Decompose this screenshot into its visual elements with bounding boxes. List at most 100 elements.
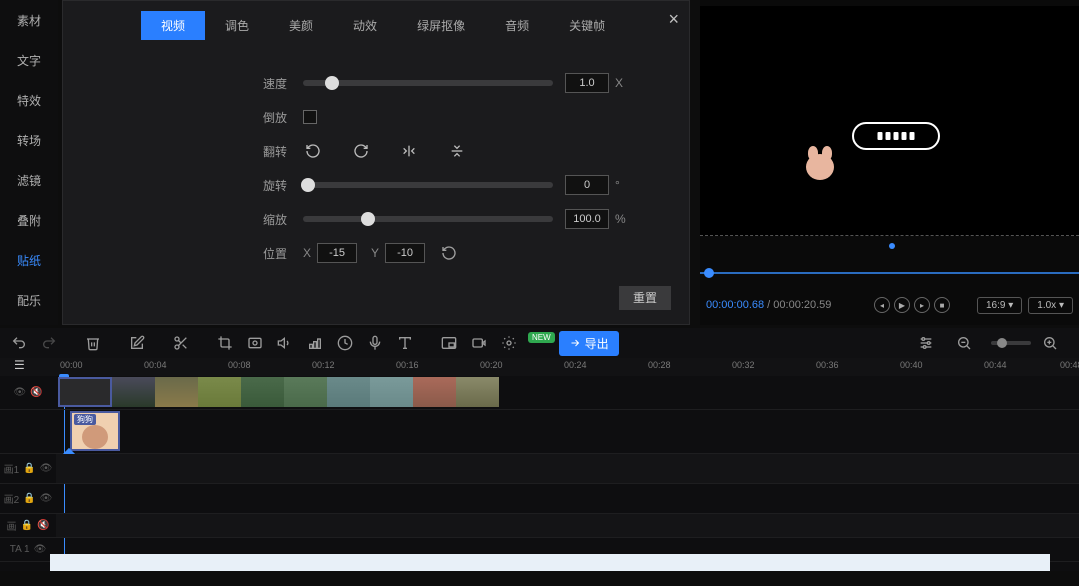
tab-beauty[interactable]: 美颜 [269,11,333,40]
scale-unit: % [615,212,626,226]
rotate-value[interactable]: 0 [565,175,609,195]
speed-value[interactable]: 1.0 [565,73,609,93]
nav-material[interactable]: 素材 [0,0,58,40]
track-video-content[interactable] [56,376,1079,409]
track-sticker-content[interactable]: 狗狗 [56,410,1079,453]
track-sticker: 狗狗 [0,410,1079,454]
track-menu-icon[interactable]: ☰ [14,358,25,372]
position-label: 位置 [63,245,303,262]
rotate-cw-icon[interactable] [351,141,371,161]
sticker-clip[interactable]: 狗狗 [70,411,120,451]
lock-icon[interactable]: 🔒 [23,463,35,474]
aspect-select[interactable]: 16:9 ▾ [977,297,1022,314]
nav-transition[interactable]: 转场 [0,120,58,160]
timeline-ruler[interactable]: ☰ 00:00 00:04 00:08 00:12 00:16 00:20 00… [0,358,1079,376]
tick: 00:28 [648,360,671,370]
scale-slider[interactable] [303,216,553,222]
sticker-preview[interactable] [806,154,834,180]
effects-icon[interactable] [498,332,520,354]
speed-slider[interactable] [303,80,553,86]
track-pip1-content[interactable] [56,454,1079,483]
zoom-out-icon[interactable] [953,332,975,354]
zoom-in-icon[interactable] [1039,332,1061,354]
nav-sticker[interactable]: 贴纸 [0,240,58,280]
tab-video[interactable]: 视频 [141,11,205,40]
stop-button[interactable]: ■ [934,297,950,313]
rotate-label: 旋转 [63,177,303,194]
speed-icon[interactable] [334,332,356,354]
mic-icon[interactable] [364,332,386,354]
track-pip2-content[interactable] [56,484,1079,513]
cut-icon[interactable] [170,332,192,354]
pip-icon[interactable] [438,332,460,354]
pos-y-input[interactable]: -10 [385,243,425,263]
nav-music[interactable]: 配乐 [0,280,58,320]
redo-icon[interactable] [38,332,60,354]
lock-icon[interactable]: 🔒 [23,493,35,504]
tick: 00:00 [60,360,83,370]
scrub-thumb[interactable] [704,268,714,278]
zoom-slider[interactable] [991,341,1031,345]
playback-speed-select[interactable]: 1.0x ▾ [1028,297,1073,314]
eye-icon[interactable]: 👁 [40,463,53,474]
nav-overlay[interactable]: 叠附 [0,200,58,240]
eye-icon[interactable]: 👁 [13,387,26,398]
reset-button[interactable]: 重置 [619,286,671,310]
rotate-ccw-icon[interactable] [303,141,323,161]
text-icon[interactable] [394,332,416,354]
flip-label: 翻转 [63,143,303,160]
eye-icon[interactable]: 👁 [40,493,53,504]
record-icon[interactable] [468,332,490,354]
flip-horizontal-icon[interactable] [399,141,419,161]
eye-icon[interactable]: 👁 [34,544,47,555]
scale-value[interactable]: 100.0 [565,209,609,229]
tab-keyframe[interactable]: 关键帧 [549,11,625,40]
current-time: 00:00:00.68 [706,299,764,311]
track-sticker-header[interactable] [0,410,56,453]
tick: 00:24 [564,360,587,370]
mute-icon[interactable]: 🔇 [30,387,42,398]
edit-icon[interactable] [126,332,148,354]
track-video-header[interactable]: 👁🔇 [0,376,56,409]
tab-motion[interactable]: 动效 [333,11,397,40]
lock-icon[interactable]: 🔒 [21,520,33,531]
close-icon[interactable]: × [668,9,679,30]
crop-icon[interactable] [214,332,236,354]
duration: 00:00:20.59 [773,299,831,311]
flip-vertical-icon[interactable] [447,141,467,161]
tab-audio[interactable]: 音频 [485,11,549,40]
rotate-slider[interactable] [303,182,553,188]
nav-effects[interactable]: 特效 [0,80,58,120]
undo-icon[interactable] [8,332,30,354]
nav-filter[interactable]: 滤镜 [0,160,58,200]
track-text-header[interactable]: TA 1👁 [0,538,56,561]
track-audio-header[interactable]: 画🔒🔇 [0,514,56,537]
prev-frame-button[interactable]: ◂ [874,297,890,313]
track-pip2-header[interactable]: 画2🔒👁 [0,484,56,513]
scrub-marker[interactable] [889,243,895,249]
bottom-strip [50,554,1050,571]
nav-text[interactable]: 文字 [0,40,58,80]
tick: 00:20 [480,360,503,370]
export-button[interactable]: 导出 [559,331,619,356]
track-pip1-header[interactable]: 画1🔒👁 [0,454,56,483]
track-pip-1: 画1🔒👁 [0,454,1079,484]
settings-icon[interactable] [915,332,937,354]
tick: 00:44 [984,360,1007,370]
delete-icon[interactable] [82,332,104,354]
marker-icon[interactable] [304,332,326,354]
volume-icon[interactable] [274,332,296,354]
reverse-checkbox[interactable] [303,110,317,124]
mute-icon[interactable]: 🔇 [37,520,49,531]
video-clip[interactable] [58,377,499,407]
tab-chroma[interactable]: 绿屏抠像 [397,11,485,40]
pos-x-input[interactable]: -15 [317,243,357,263]
screenshot-icon[interactable] [244,332,266,354]
track-audio-content[interactable] [56,514,1079,537]
preview-canvas[interactable] [700,6,1079,236]
reset-position-icon[interactable] [439,243,459,263]
tab-color[interactable]: 调色 [205,11,269,40]
play-button[interactable]: ▶ [894,297,910,313]
next-frame-button[interactable]: ▸ [914,297,930,313]
scrub-bar[interactable] [700,268,1079,278]
